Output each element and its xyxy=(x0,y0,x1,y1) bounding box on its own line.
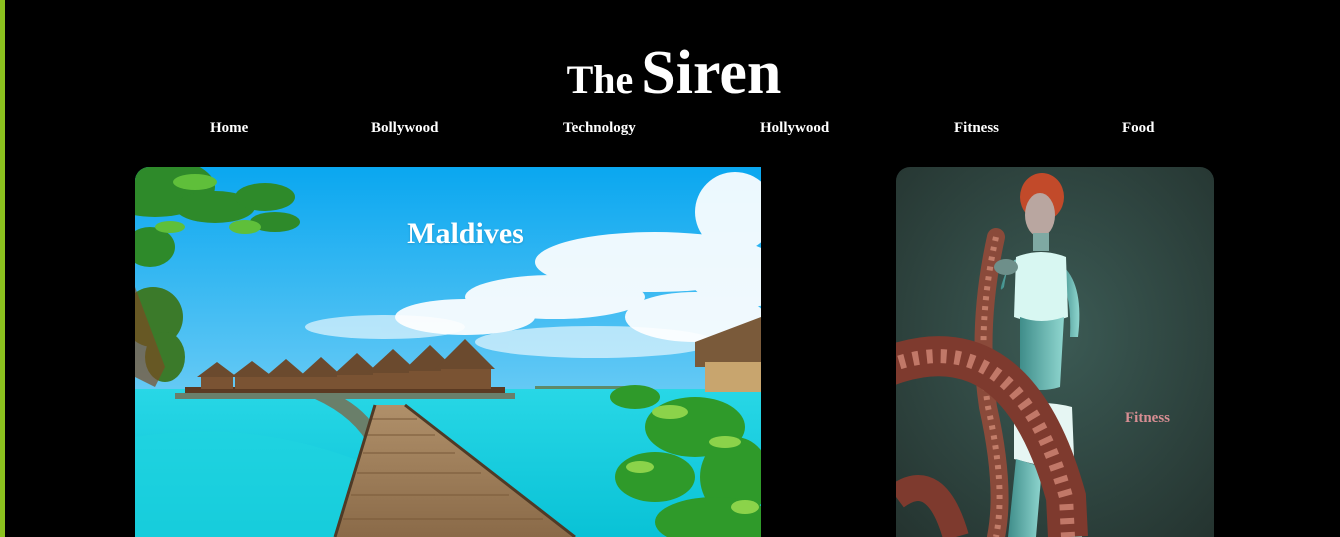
side-card-label[interactable]: Fitness xyxy=(1125,410,1170,427)
featured-card-title[interactable]: Maldives xyxy=(135,217,761,251)
nav-technology[interactable]: Technology xyxy=(563,119,636,137)
nav-food[interactable]: Food xyxy=(1122,119,1155,137)
fitness-image xyxy=(896,167,1214,537)
side-card-fitness[interactable]: Fitness xyxy=(896,167,1214,537)
site-logo[interactable]: The Siren xyxy=(0,42,1340,104)
logo-name: Siren xyxy=(641,39,782,107)
nav-bollywood[interactable]: Bollywood xyxy=(371,119,439,137)
featured-card-maldives[interactable]: Maldives xyxy=(135,167,761,537)
nav-hollywood[interactable]: Hollywood xyxy=(760,119,829,137)
logo-prefix: The xyxy=(566,57,634,102)
nav-home[interactable]: Home xyxy=(210,119,248,137)
nav-fitness[interactable]: Fitness xyxy=(954,119,999,137)
